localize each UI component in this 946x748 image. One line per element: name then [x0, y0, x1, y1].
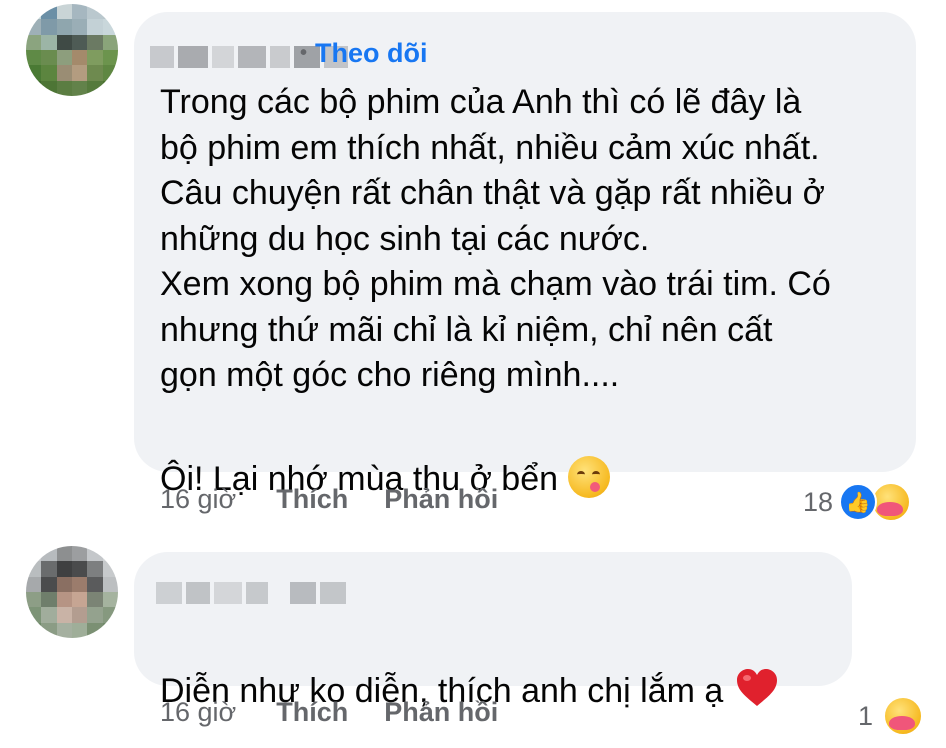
like-icon: 👍 — [839, 483, 878, 521]
comment-time[interactable]: 16 giờ — [160, 697, 236, 728]
comment-time[interactable]: 16 giờ — [160, 484, 236, 515]
avatar-image — [26, 546, 118, 638]
avatar[interactable] — [26, 4, 118, 96]
reply-button[interactable]: Phản hồi — [384, 697, 498, 728]
avatar-image — [26, 4, 118, 96]
care-icon — [871, 482, 912, 522]
follow-link[interactable]: Theo dõi — [315, 38, 427, 69]
separator-dot: • — [300, 42, 308, 64]
like-button[interactable]: Thích — [276, 484, 348, 515]
comment-text: Trong các bộ phim của Anh thì có lẽ đây … — [160, 83, 831, 394]
care-icon — [883, 696, 924, 736]
yum-face-icon — [568, 455, 611, 498]
avatar[interactable] — [26, 546, 118, 638]
commenter-name[interactable] — [156, 578, 346, 608]
reply-button[interactable]: Phản hồi — [384, 484, 498, 515]
reaction-count: 1 — [858, 700, 874, 731]
reaction-summary[interactable]: 18 👍 — [803, 482, 912, 522]
like-button[interactable]: Thích — [276, 697, 348, 728]
reaction-summary[interactable]: 1 — [858, 696, 924, 736]
heart-icon — [737, 668, 778, 706]
reaction-count: 18 — [803, 486, 834, 517]
